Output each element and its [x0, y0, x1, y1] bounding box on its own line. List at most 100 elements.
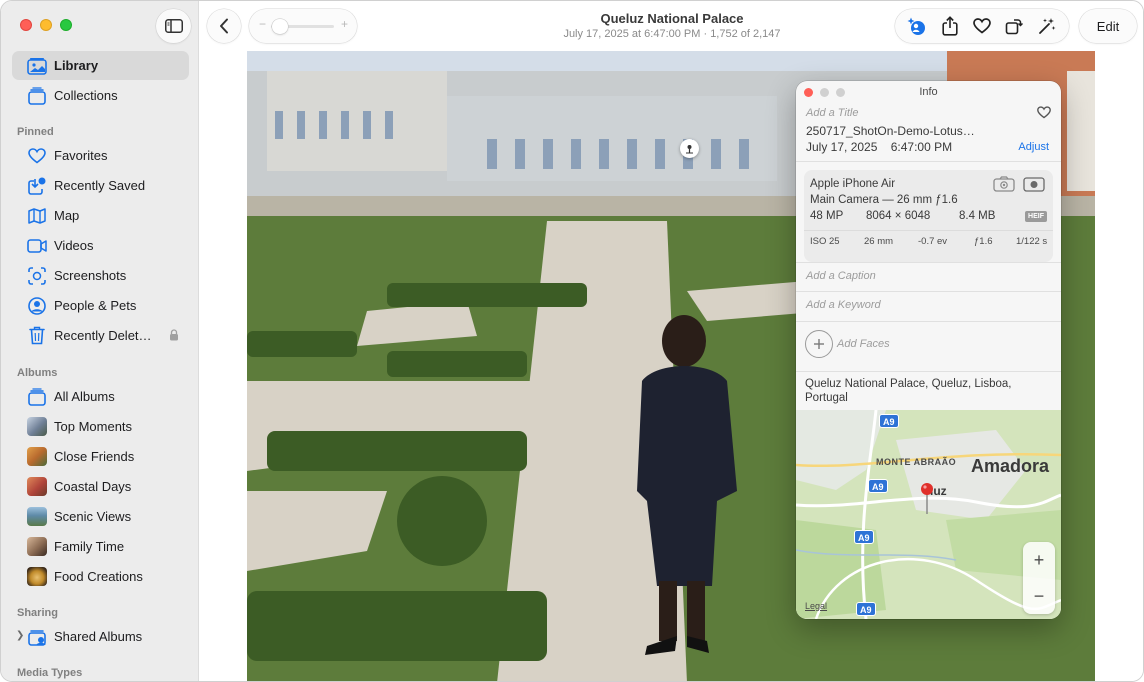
sidebar-item-library[interactable]: Library — [12, 51, 189, 80]
minimize-window-button[interactable] — [40, 19, 52, 31]
shutter-speed-value: 1/122 s — [1016, 236, 1048, 247]
favorite-heart-icon[interactable] — [1037, 106, 1051, 124]
sidebar-item-collections[interactable]: Collections — [12, 81, 189, 110]
enhance-icon[interactable] — [1035, 14, 1059, 38]
chevron-right-icon[interactable]: ❯ — [16, 630, 24, 641]
road-sign: A9 — [856, 602, 876, 616]
album-thumbnail — [27, 537, 47, 556]
photo-date: July 17, 2025 — [806, 140, 878, 154]
sidebar-item-label: Family Time — [54, 539, 125, 554]
collections-icon — [27, 86, 47, 105]
divider — [796, 161, 1061, 162]
map-zoom-controls: + − — [1023, 542, 1055, 614]
aperture-value: ƒ1.6 — [974, 236, 993, 247]
sidebar-item-favorites[interactable]: Favorites — [12, 141, 189, 170]
video-icon — [27, 236, 47, 255]
camera-model: Apple iPhone Air — [810, 178, 896, 190]
sidebar-item-scenic-views[interactable]: Scenic Views — [12, 502, 189, 531]
sidebar-item-all-albums[interactable]: All Albums — [12, 382, 189, 411]
sidebar-item-label: Food Creations — [54, 569, 143, 584]
camera-lens: Main Camera — 26 mm ƒ1.6 — [810, 194, 958, 206]
map-legal-link[interactable]: Legal — [805, 601, 827, 611]
keyword-field[interactable]: Add a Keyword — [806, 299, 881, 311]
rotate-icon[interactable] — [1002, 14, 1026, 38]
photo-date-position: July 17, 2025 at 6:47:00 PM · 1,752 of 2… — [563, 28, 781, 40]
chevron-left-icon — [220, 18, 228, 34]
caption-field[interactable]: Add a Caption — [806, 270, 876, 282]
sidebar-item-label: All Albums — [54, 389, 115, 404]
zoom-window-button[interactable] — [60, 19, 72, 31]
photo-actions-toolbar — [895, 9, 1069, 43]
zoom-knob[interactable] — [272, 19, 288, 34]
section-header-albums: Albums — [17, 367, 58, 379]
sidebar-item-label: Coastal Days — [54, 479, 132, 494]
share-icon[interactable] — [938, 14, 962, 38]
visual-lookup-icon[interactable] — [905, 14, 929, 38]
location-map[interactable]: A9 MONTE ABRAÃO Amadora A9 luz A9 A9 + −… — [796, 410, 1061, 619]
sidebar-item-coastal-days[interactable]: Coastal Days — [12, 472, 189, 501]
sidebar-item-label: Recently Saved — [54, 178, 146, 193]
sidebar-item-label: Scenic Views — [54, 509, 132, 524]
sidebar-item-recently-saved[interactable]: Recently Saved — [12, 171, 189, 200]
map-zoom-out-button[interactable]: − — [1023, 578, 1055, 614]
sidebar-item-close-friends[interactable]: Close Friends — [12, 442, 189, 471]
sidebar-item-people-pets[interactable]: People & Pets — [12, 291, 189, 320]
section-header-pinned: Pinned — [17, 126, 54, 138]
sidebar-item-shared-albums[interactable]: ❯ Shared Albums — [12, 622, 189, 651]
album-thumbnail — [27, 567, 47, 586]
map-zoom-in-button[interactable]: + — [1023, 542, 1055, 578]
adjust-date-link[interactable]: Adjust — [1018, 141, 1049, 153]
page-title: Queluz National Palace — [600, 11, 744, 26]
sidebar-item-videos[interactable]: Videos — [12, 231, 189, 260]
sidebar-item-label: Top Moments — [54, 419, 133, 434]
sidebar-item-label: Library — [54, 58, 99, 73]
shared-albums-icon — [27, 627, 47, 646]
photo-datetime: July 17, 2025 6:47:00 PM — [806, 140, 952, 154]
road-sign: A9 — [868, 479, 888, 493]
albums-icon — [27, 387, 47, 406]
recently-saved-icon — [27, 176, 47, 195]
sidebar-item-recently-deleted[interactable]: Recently Delet… — [12, 321, 189, 350]
map-label-amadora: Amadora — [971, 456, 1050, 476]
lens-icon — [1023, 176, 1045, 197]
zoom-in-label: + — [340, 17, 348, 31]
pin-icon — [686, 144, 693, 153]
sidebar-item-top-moments[interactable]: Top Moments — [12, 412, 189, 441]
title-field[interactable]: Add a Title — [806, 107, 859, 119]
plus-icon — [814, 339, 824, 349]
sidebar-item-family-time[interactable]: Family Time — [12, 532, 189, 561]
close-window-button[interactable] — [20, 19, 32, 31]
sidebar-item-label: Screenshots — [54, 268, 127, 283]
back-button[interactable] — [207, 9, 241, 43]
location-pin-badge[interactable] — [680, 139, 699, 158]
sidebar-item-label: Shared Albums — [54, 629, 143, 644]
add-faces-label[interactable]: Add Faces — [837, 338, 890, 350]
sidebar-item-food-creations[interactable]: Food Creations — [12, 562, 189, 591]
sidebar-toggle-button[interactable] — [156, 9, 191, 43]
add-faces-button[interactable] — [805, 330, 833, 358]
divider — [804, 230, 1053, 231]
road-sign: A9 — [854, 530, 874, 544]
resolution: 8064 × 6048 — [866, 210, 931, 222]
sidebar-item-label: People & Pets — [54, 298, 137, 313]
location-text: Queluz National Palace, Queluz, Lisboa, … — [805, 378, 1012, 404]
sidebar-icon — [164, 19, 183, 33]
zoom-out-label: − — [259, 17, 267, 31]
sidebar-item-screenshots[interactable]: Screenshots — [12, 261, 189, 290]
camera-details-card: Apple iPhone Air Main Camera — 26 mm ƒ1.… — [804, 170, 1053, 262]
window-controls — [20, 19, 72, 31]
album-thumbnail — [27, 447, 47, 466]
heart-icon[interactable] — [970, 14, 994, 38]
file-size: 8.4 MB — [959, 210, 996, 222]
zoom-slider[interactable]: − + — [249, 9, 357, 43]
trash-icon — [27, 326, 47, 345]
divider — [796, 371, 1061, 372]
edit-button[interactable]: Edit — [1079, 9, 1137, 43]
sidebar-item-label: Favorites — [54, 148, 108, 163]
library-icon — [27, 56, 47, 75]
divider — [796, 321, 1061, 322]
map-icon — [27, 206, 47, 225]
location-pin-icon[interactable] — [920, 482, 934, 521]
file-name: 250717_ShotOn-Demo-Lotus… — [806, 124, 975, 138]
sidebar-item-map[interactable]: Map — [12, 201, 189, 230]
